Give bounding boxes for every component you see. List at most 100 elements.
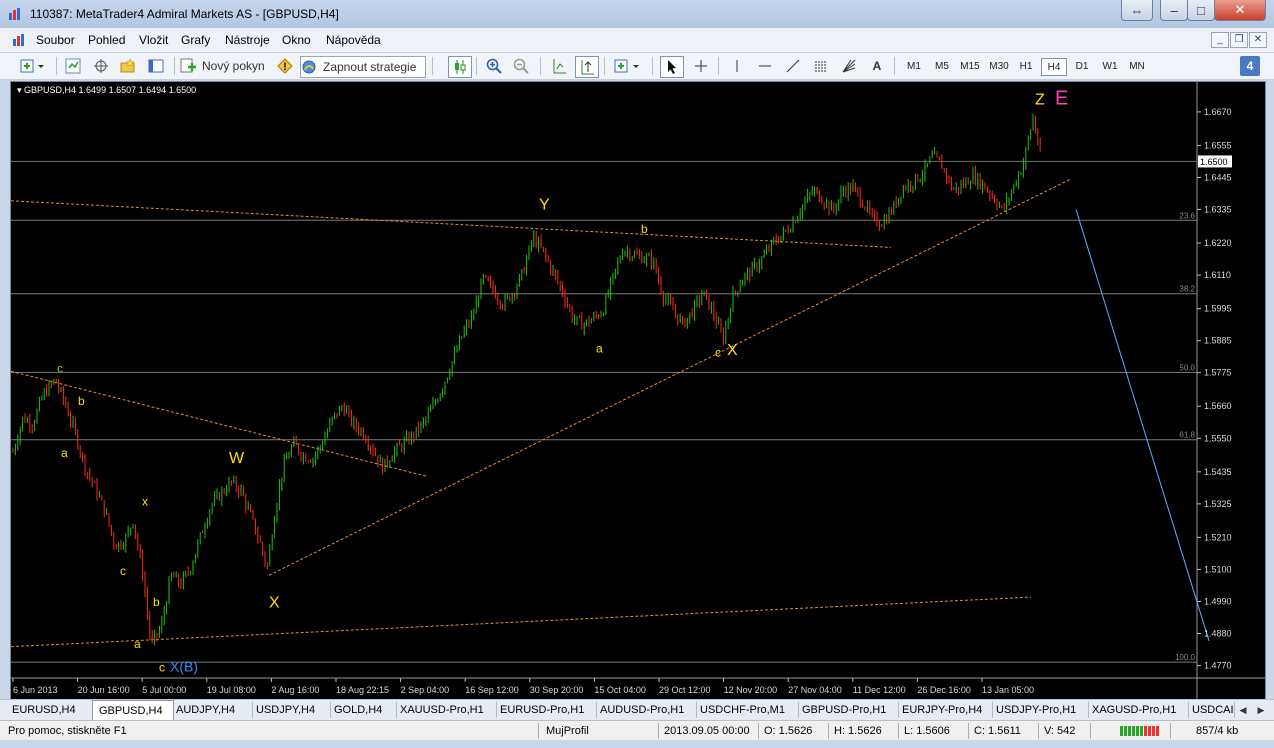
timeframe-m5[interactable]: M5 xyxy=(930,58,954,74)
menu-soubor[interactable]: Soubor xyxy=(36,33,75,47)
mdi-minimize-button[interactable]: _ xyxy=(1211,32,1229,48)
tab-audjpy-h4[interactable]: AUDJPY,H4 xyxy=(170,702,253,718)
new-chart-icon xyxy=(20,59,44,73)
time-tick-label: 29 Oct 12:00 xyxy=(659,685,711,695)
time-tick-label: 19 Jul 08:00 xyxy=(207,685,256,695)
price-tick-label: 1.6110 xyxy=(1204,270,1231,280)
fibo-level-label: 100.0 xyxy=(1175,653,1196,662)
tab-xauusd-pro-h1[interactable]: XAUUSD-Pro,H1 xyxy=(394,702,497,718)
cursor-arrow-icon xyxy=(668,60,676,74)
wave-label: Z xyxy=(1035,92,1045,109)
navigator-button[interactable] xyxy=(90,56,112,76)
chart-window[interactable]: 23.6 38.2 50.0 61.8 100.0 1.6500 1.6670 1.6555 1… xyxy=(10,81,1266,700)
tab-gbpusd-pro-h1[interactable]: GBPUSD-Pro,H1 xyxy=(796,702,899,718)
wave-label: b xyxy=(78,394,85,408)
wave-label: W xyxy=(229,450,245,467)
alert-button[interactable] xyxy=(275,56,295,76)
timeframe-m15[interactable]: M15 xyxy=(957,58,983,74)
time-tick-label: 16 Sep 12:00 xyxy=(465,685,519,695)
mdi-close-button[interactable]: ✕ xyxy=(1249,32,1267,48)
auto-scroll-button[interactable] xyxy=(575,56,599,78)
time-tick-label: 20 Jun 16:00 xyxy=(78,685,130,695)
price-tick-label: 1.5885 xyxy=(1204,336,1232,346)
chart-shift-button[interactable] xyxy=(548,56,570,76)
trendline-button[interactable] xyxy=(782,56,804,76)
vertical-line-button[interactable] xyxy=(726,56,748,76)
wave-label: x xyxy=(142,494,148,508)
candlestick-chart-button[interactable] xyxy=(448,56,472,78)
tab-usdcai[interactable]: USDCAI xyxy=(1186,702,1235,718)
price-tick-label: 1.6335 xyxy=(1204,205,1232,215)
tab-gold-h4[interactable]: GOLD,H4 xyxy=(328,702,397,718)
price-tick-label: 1.5100 xyxy=(1204,564,1232,574)
chart-tabs: EURUSD,H4 GBPUSD,H4 AUDJPY,H4 USDJPY,H4 … xyxy=(0,699,1274,720)
tab-xagusd-pro-h1[interactable]: XAGUSD-Pro,H1 xyxy=(1086,702,1189,718)
menu-okno[interactable]: Okno xyxy=(282,33,311,47)
tab-usdjpy-pro-h1[interactable]: USDJPY-Pro,H1 xyxy=(990,702,1089,718)
wave-label: c xyxy=(715,346,721,360)
star-folder-icon xyxy=(120,58,135,73)
status-profile[interactable]: MujProfil xyxy=(546,725,589,737)
tab-eurjpy-pro-h4[interactable]: EURJPY-Pro,H4 xyxy=(896,702,993,718)
window-frame-bottom xyxy=(0,740,1274,748)
market-watch-button[interactable] xyxy=(62,56,84,76)
maximize-button[interactable]: □ xyxy=(1187,0,1215,21)
tab-eurusd-h4[interactable]: EURUSD,H4 xyxy=(6,702,97,718)
expert-advisors-button[interactable]: Zapnout strategie xyxy=(300,56,426,78)
restore-button[interactable]: ⇔ xyxy=(1121,0,1153,21)
time-tick-label: 18 Aug 22:15 xyxy=(336,685,389,695)
warning-icon xyxy=(277,58,293,74)
timeframe-d1[interactable]: D1 xyxy=(1070,58,1094,74)
tab-audusd-pro-h1[interactable]: AUDUSD-Pro,H1 xyxy=(594,702,697,718)
mdi-restore-button[interactable]: ❐ xyxy=(1230,32,1248,48)
timeframe-m30[interactable]: M30 xyxy=(986,58,1012,74)
fibonacci-button[interactable] xyxy=(838,56,860,76)
channel-button[interactable] xyxy=(810,56,832,76)
crosshair-tool-button[interactable] xyxy=(690,56,712,76)
text-tool-button[interactable]: A xyxy=(866,56,888,76)
tab-gbpusd-h4[interactable]: GBPUSD,H4 xyxy=(92,700,174,720)
new-chart-button[interactable] xyxy=(18,56,48,76)
price-tick-label: 1.5995 xyxy=(1204,304,1232,314)
toolbar: Nový pokyn Zapnout strategie A M1 M5 M15… xyxy=(0,53,1274,80)
new-order-button[interactable]: Nový pokyn xyxy=(180,56,272,76)
tab-usdchf-pro-m1[interactable]: USDCHF-Pro,M1 xyxy=(694,702,799,718)
tab-eurusd-pro-h1[interactable]: EURUSD-Pro,H1 xyxy=(494,702,597,718)
candlestick-icon xyxy=(455,60,466,74)
timeframe-h1[interactable]: H1 xyxy=(1014,58,1038,74)
menu-bar: Soubor Pohled Vložit Grafy Nástroje Okno… xyxy=(0,28,1274,53)
timeframe-h4[interactable]: H4 xyxy=(1041,58,1067,76)
auto-scroll-icon xyxy=(581,60,594,75)
menu-nastroje[interactable]: Nástroje xyxy=(225,33,270,47)
metatrader-app-icon xyxy=(9,8,20,20)
favorites-button[interactable] xyxy=(117,56,139,76)
price-tick-label: 1.6555 xyxy=(1204,140,1232,150)
menu-napoveda[interactable]: Nápověda xyxy=(326,33,381,47)
status-bar: Pro pomoc, stiskněte F1 MujProfil 2013.0… xyxy=(0,720,1274,741)
zoom-out-button[interactable] xyxy=(510,56,532,76)
time-tick-label: 6 Jun 2013 xyxy=(13,685,58,695)
timeframe-mn[interactable]: MN xyxy=(1125,58,1149,74)
expert-advisors-label: Zapnout strategie xyxy=(323,60,417,74)
price-tick-label: 1.5775 xyxy=(1204,368,1232,378)
terminal-button[interactable] xyxy=(145,56,167,76)
indicators-icon xyxy=(614,59,639,73)
price-tick-label: 1.5550 xyxy=(1204,433,1232,443)
menu-pohled[interactable]: Pohled xyxy=(88,33,125,47)
minimize-button[interactable]: – xyxy=(1160,0,1188,21)
close-button[interactable]: ✕ xyxy=(1214,0,1266,21)
tab-scroll-right-button[interactable]: ▶ xyxy=(1254,703,1268,717)
horizontal-line-button[interactable] xyxy=(754,56,776,76)
zoom-in-button[interactable] xyxy=(483,56,505,76)
tab-scroll-left-button[interactable]: ◀ xyxy=(1236,703,1250,717)
timeframe-m1[interactable]: M1 xyxy=(902,58,926,74)
rising-support-line xyxy=(268,178,1072,576)
timeframe-w1[interactable]: W1 xyxy=(1098,58,1122,74)
community-badge[interactable]: 4 xyxy=(1240,56,1260,76)
tab-usdjpy-h4[interactable]: USDJPY,H4 xyxy=(250,702,331,718)
menu-vlozit[interactable]: Vložit xyxy=(139,33,168,47)
indicators-button[interactable] xyxy=(612,56,644,76)
price-chart[interactable]: 23.6 38.2 50.0 61.8 100.0 1.6500 1.6670 1.6555 1… xyxy=(11,82,1265,699)
cursor-tool-button[interactable] xyxy=(660,56,684,78)
menu-grafy[interactable]: Grafy xyxy=(181,33,210,47)
